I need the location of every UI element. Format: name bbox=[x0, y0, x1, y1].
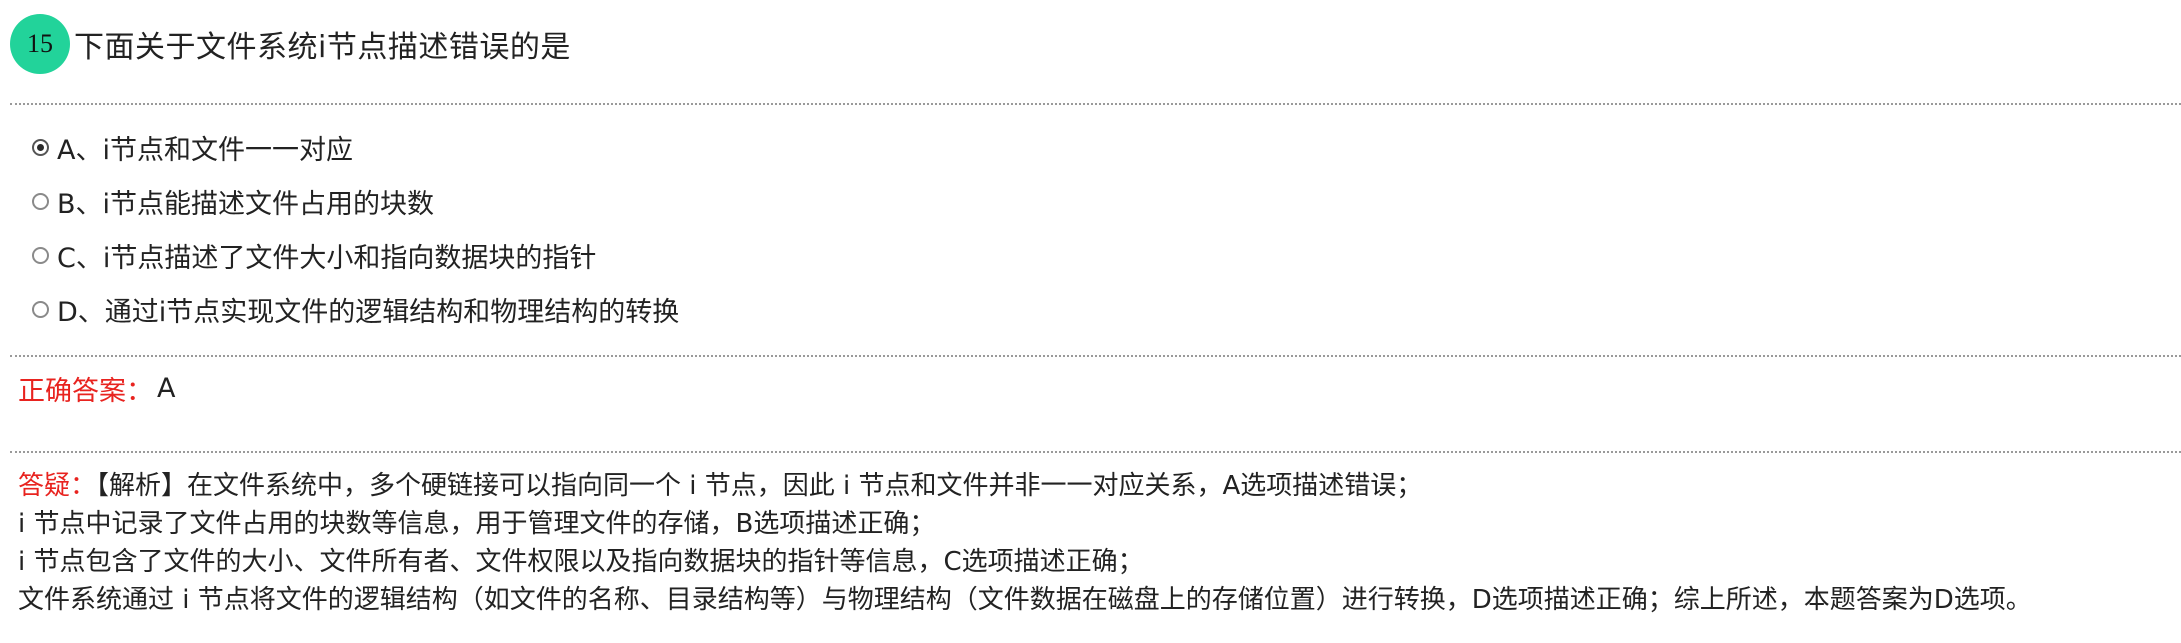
explanation-block: 答疑：【解析】在文件系统中，多个硬链接可以指向同一个 i 节点，因此 i 节点和… bbox=[18, 467, 2175, 619]
question-header: 15 下面关于文件系统i节点描述错误的是 bbox=[10, 14, 571, 74]
option-b[interactable]: B、i节点能描述文件占用的块数 bbox=[32, 174, 679, 228]
explanation-line: i 节点包含了文件的大小、文件所有者、文件权限以及指向数据块的指针等信息，C选项… bbox=[18, 547, 1144, 577]
explanation-line: 答疑：【解析】在文件系统中，多个硬链接可以指向同一个 i 节点，因此 i 节点和… bbox=[18, 467, 2175, 505]
explanation-label: 答疑： bbox=[18, 471, 97, 501]
radio-option-d[interactable] bbox=[32, 300, 49, 318]
option-c[interactable]: C、i节点描述了文件大小和指向数据块的指针 bbox=[32, 228, 679, 282]
radio-option-a[interactable] bbox=[32, 138, 49, 156]
option-c-label: C、i节点描述了文件大小和指向数据块的指针 bbox=[57, 242, 597, 274]
option-a-label: A、i节点和文件一一对应 bbox=[57, 134, 353, 166]
option-a[interactable]: A、i节点和文件一一对应 bbox=[32, 120, 679, 174]
correct-answer-value: A bbox=[157, 373, 176, 404]
divider-middle bbox=[10, 355, 2181, 357]
option-d-label: D、通过i节点实现文件的逻辑结构和物理结构的转换 bbox=[57, 296, 680, 328]
explanation-line: i 节点中记录了文件占用的块数等信息，用于管理文件的存储，B选项描述正确； bbox=[18, 509, 936, 539]
explanation-line-text: 【解析】在文件系统中，多个硬链接可以指向同一个 i 节点，因此 i 节点和文件并… bbox=[96, 471, 1423, 501]
divider-bottom bbox=[10, 451, 2181, 453]
option-d[interactable]: D、通过i节点实现文件的逻辑结构和物理结构的转换 bbox=[32, 282, 679, 336]
options-list: A、i节点和文件一一对应 B、i节点能描述文件占用的块数 C、i节点描述了文件大… bbox=[32, 120, 679, 336]
question-number-badge: 15 bbox=[10, 14, 70, 74]
explanation-line: 文件系统通过 i 节点将文件的逻辑结构（如文件的名称、目录结构等）与物理结构（文… bbox=[18, 585, 2032, 615]
question-title: 下面关于文件系统i节点描述错误的是 bbox=[74, 30, 571, 65]
radio-option-c[interactable] bbox=[32, 246, 49, 264]
divider-top bbox=[10, 103, 2181, 105]
correct-answer: 正确答案： A bbox=[18, 369, 175, 408]
option-b-label: B、i节点能描述文件占用的块数 bbox=[57, 188, 435, 220]
correct-answer-label: 正确答案： bbox=[18, 376, 153, 407]
radio-option-b[interactable] bbox=[32, 192, 49, 210]
